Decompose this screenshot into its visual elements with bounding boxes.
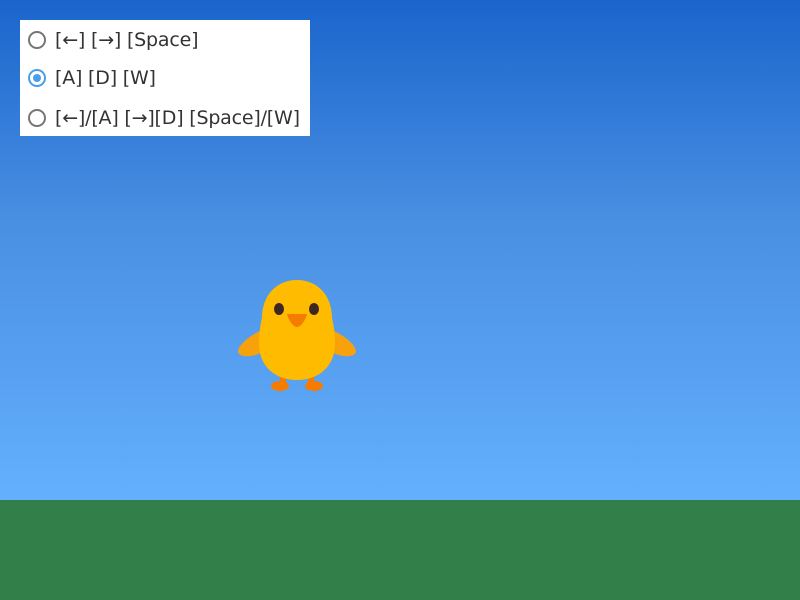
control-option-wasd[interactable]: [A] [D] [W] xyxy=(20,58,310,98)
chick-icon xyxy=(238,280,356,391)
control-option-arrows[interactable]: [←] [→] [Space] xyxy=(20,20,310,60)
control-option-label: [←] [→] [Space] xyxy=(55,29,199,51)
radio-arrows[interactable] xyxy=(28,31,46,49)
radio-wasd[interactable] xyxy=(28,69,46,87)
control-scheme-panel: [←] [→] [Space] [A] [D] [W] [←]/[A] [→][… xyxy=(20,20,310,136)
ground xyxy=(0,500,800,600)
control-option-label: [A] [D] [W] xyxy=(55,67,156,89)
chick-right-eye xyxy=(309,303,319,315)
radio-both[interactable] xyxy=(28,109,46,127)
control-option-label: [←]/[A] [→][D] [Space]/[W] xyxy=(55,107,300,129)
chick-left-eye xyxy=(274,303,284,315)
chick-body xyxy=(259,280,335,380)
control-option-both[interactable]: [←]/[A] [→][D] [Space]/[W] xyxy=(20,98,310,138)
